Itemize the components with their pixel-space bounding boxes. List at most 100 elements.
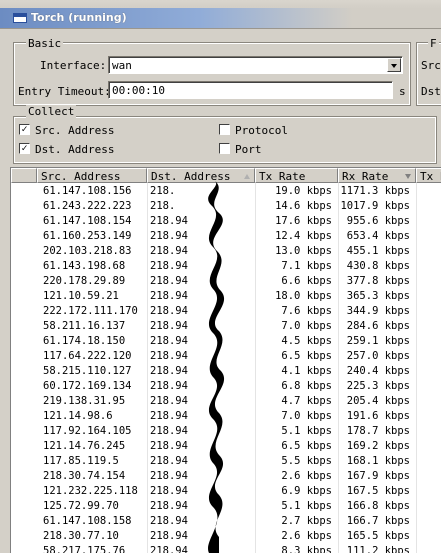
- header-blank: [11, 168, 37, 183]
- cell-tx-rate: 19.0 kbps: [275, 185, 332, 197]
- cell-src-address: 202.103.218.83: [43, 245, 132, 257]
- cell-src-address: 61.143.198.68: [43, 260, 126, 272]
- cell-tx-rate: 2.6 kbps: [281, 530, 332, 542]
- cell-tx-rate: 4.5 kbps: [281, 335, 332, 347]
- cell-tx-rate: 7.0 kbps: [281, 410, 332, 422]
- redaction-scribble: [208, 181, 225, 553]
- cell-tx-rate: 12.4 kbps: [275, 230, 332, 242]
- interface-dropdown-button[interactable]: [387, 58, 401, 72]
- interface-label: Interface:: [40, 59, 107, 72]
- cell-src-address: 125.72.99.70: [43, 500, 119, 512]
- protocol-label: Protocol: [235, 124, 288, 137]
- entry-timeout-input[interactable]: 00:00:10: [108, 81, 393, 99]
- filter-group-label: F: [428, 37, 439, 50]
- title-bar: Torch (running): [0, 0, 441, 29]
- cell-src-address: 218.30.77.10: [43, 530, 119, 542]
- cell-rx-rate: 169.2 kbps: [346, 440, 410, 452]
- header-src-address[interactable]: Src. Address: [37, 168, 147, 183]
- cell-src-address: 61.243.222.223: [43, 200, 132, 212]
- src-address-label: Src. Address: [35, 124, 115, 137]
- cell-src-address: 218.30.74.154: [43, 470, 126, 482]
- cell-rx-rate: 167.9 kbps: [346, 470, 410, 482]
- cell-tx-rate: 6.8 kbps: [281, 380, 332, 392]
- basic-group-label: Basic: [26, 37, 64, 50]
- cell-tx-rate: 4.7 kbps: [281, 395, 332, 407]
- timeout-unit-label: s: [399, 85, 406, 98]
- cell-src-address: 220.178.29.89: [43, 275, 126, 287]
- cell-rx-rate: 167.5 kbps: [346, 485, 410, 497]
- cell-rx-rate: 240.4 kbps: [346, 365, 410, 377]
- cell-src-address: 60.172.169.134: [43, 380, 132, 392]
- cell-rx-rate: 165.5 kbps: [346, 530, 410, 542]
- cell-tx-rate: 7.1 kbps: [281, 260, 332, 272]
- sort-down-icon: [405, 174, 411, 179]
- cell-rx-rate: 166.8 kbps: [346, 500, 410, 512]
- cell-rx-rate: 455.1 kbps: [346, 245, 410, 257]
- cell-src-address: 121.14.98.6: [43, 410, 113, 422]
- cell-rx-rate: 377.8 kbps: [346, 275, 410, 287]
- cell-tx-rate: 6.5 kbps: [281, 440, 332, 452]
- interface-value: wan: [112, 59, 132, 72]
- cell-src-address: 61.174.18.150: [43, 335, 126, 347]
- port-checkbox[interactable]: [219, 143, 230, 154]
- sort-up-icon: [244, 174, 250, 179]
- window-icon: [13, 13, 27, 23]
- collect-group-label: Collect: [26, 105, 77, 118]
- cell-tx-rate: 7.6 kbps: [281, 305, 332, 317]
- port-label: Port: [235, 143, 262, 156]
- src-address-checkbox[interactable]: ✓: [19, 124, 30, 135]
- cell-tx-rate: 17.6 kbps: [275, 215, 332, 227]
- cell-rx-rate: 430.8 kbps: [346, 260, 410, 272]
- cell-src-address: 61.147.108.154: [43, 215, 132, 227]
- dst-address-checkbox[interactable]: ✓: [19, 143, 30, 154]
- entry-timeout-label: Entry Timeout:: [18, 85, 111, 98]
- cell-rx-rate: 178.7 kbps: [346, 425, 410, 437]
- cell-src-address: 117.85.119.5: [43, 455, 119, 467]
- cell-rx-rate: 365.3 kbps: [346, 290, 410, 302]
- cell-src-address: 58.215.110.127: [43, 365, 132, 377]
- cell-tx-rate: 6.6 kbps: [281, 275, 332, 287]
- cell-tx-rate: 13.0 kbps: [275, 245, 332, 257]
- cell-src-address: 121.10.59.21: [43, 290, 119, 302]
- cell-rx-rate: 225.3 kbps: [346, 380, 410, 392]
- interface-select[interactable]: wan: [108, 56, 403, 74]
- cell-src-address: 219.138.31.95: [43, 395, 126, 407]
- cell-rx-rate: 284.6 kbps: [346, 320, 410, 332]
- cell-tx-rate: 5.5 kbps: [281, 455, 332, 467]
- header-tx-rate[interactable]: Tx Rate: [255, 168, 338, 183]
- cell-tx-rate: 5.1 kbps: [281, 500, 332, 512]
- cell-rx-rate: 191.6 kbps: [346, 410, 410, 422]
- torch-table[interactable]: Src. Address Dst. Address Tx Rate Rx Rat…: [10, 167, 441, 553]
- header-tx-packets[interactable]: Tx P: [416, 168, 441, 183]
- cell-rx-rate: 653.4 kbps: [346, 230, 410, 242]
- cell-tx-rate: 14.6 kbps: [275, 200, 332, 212]
- cell-rx-rate: 344.9 kbps: [346, 305, 410, 317]
- cell-tx-rate: 7.0 kbps: [281, 320, 332, 332]
- cell-rx-rate: 259.1 kbps: [346, 335, 410, 347]
- filter-dst-label: Dst: [421, 85, 441, 98]
- cell-tx-rate: 6.5 kbps: [281, 350, 332, 362]
- cell-rx-rate: 205.4 kbps: [346, 395, 410, 407]
- cell-rx-rate: 257.0 kbps: [346, 350, 410, 362]
- cell-src-address: 222.172.111.170: [43, 305, 138, 317]
- cell-src-address: 121.232.225.118: [43, 485, 138, 497]
- cell-src-address: 58.211.16.137: [43, 320, 126, 332]
- cell-rx-rate: 1017.9 kbps: [340, 200, 410, 212]
- filter-src-label: Src: [421, 59, 441, 72]
- cell-rx-rate: 168.1 kbps: [346, 455, 410, 467]
- header-rx-rate[interactable]: Rx Rate: [338, 168, 416, 183]
- cell-rx-rate: 955.6 kbps: [346, 215, 410, 227]
- entry-timeout-value: 00:00:10: [112, 84, 165, 97]
- cell-src-address: 117.92.164.105: [43, 425, 132, 437]
- cell-rx-rate: 166.7 kbps: [346, 515, 410, 527]
- cell-tx-rate: 2.7 kbps: [281, 515, 332, 527]
- protocol-checkbox[interactable]: [219, 124, 230, 135]
- cell-tx-rate: 18.0 kbps: [275, 290, 332, 302]
- cell-src-address: 61.160.253.149: [43, 230, 132, 242]
- window-title: Torch (running): [31, 11, 127, 24]
- cell-tx-rate: 2.6 kbps: [281, 470, 332, 482]
- cell-tx-rate: 6.9 kbps: [281, 485, 332, 497]
- cell-src-address: 61.147.108.156: [43, 185, 132, 197]
- cell-src-address: 61.147.108.158: [43, 515, 132, 527]
- cell-tx-rate: 5.1 kbps: [281, 425, 332, 437]
